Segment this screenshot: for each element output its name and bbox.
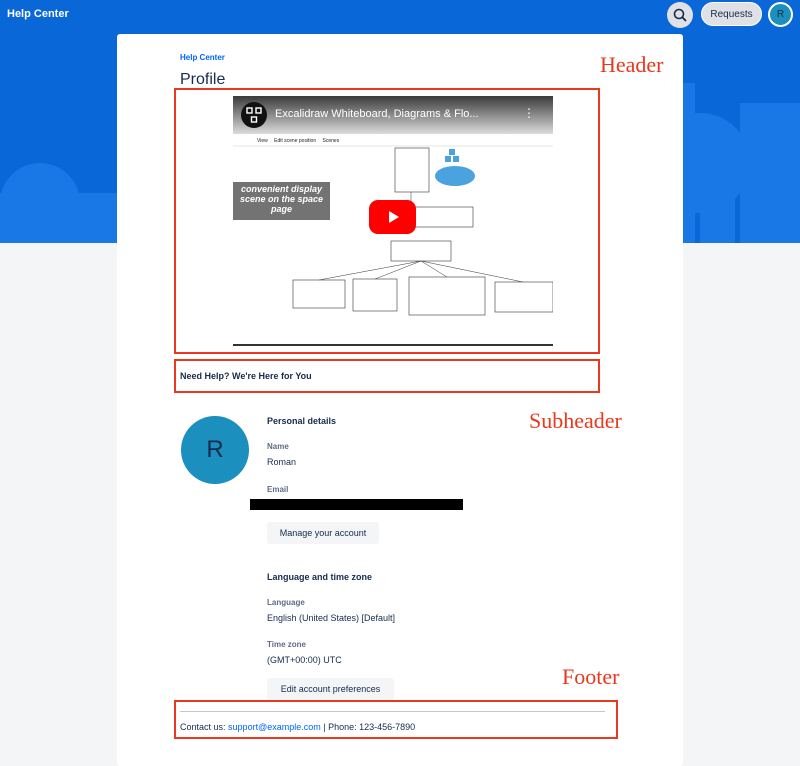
- profile-avatar: R: [181, 416, 249, 484]
- help-center-brand-link[interactable]: Help Center: [7, 8, 69, 20]
- header-annotation-box: [174, 88, 600, 354]
- email-value-redacted: [250, 499, 463, 510]
- subheader-annotation-label: Subheader: [529, 408, 622, 433]
- header-annotation-label: Header: [600, 52, 664, 77]
- phone-text: | Phone: 123-456-7890: [323, 722, 416, 732]
- language-value: English (United States) [Default]: [267, 613, 396, 623]
- search-button[interactable]: [667, 2, 693, 28]
- need-help-heading: Need Help? We're Here for You: [180, 371, 312, 381]
- contact-prefix: Contact us:: [180, 722, 226, 732]
- language-timezone-heading: Language and time zone: [267, 572, 373, 582]
- name-label: Name: [267, 442, 289, 451]
- manage-account-button[interactable]: Manage your account: [267, 522, 379, 544]
- footer-contact: Contact us: support@example.com | Phone:…: [180, 722, 415, 732]
- top-navigation-bar: Help Center Requests R: [0, 0, 800, 30]
- timezone-value: (GMT+00:00) UTC: [267, 655, 342, 665]
- footer-annotation-label: Footer: [562, 664, 620, 689]
- email-label: Email: [267, 485, 289, 494]
- edit-preferences-button[interactable]: Edit account preferences: [267, 678, 394, 700]
- personal-details-heading: Personal details: [267, 416, 337, 426]
- search-icon: [673, 8, 687, 22]
- name-value: Roman: [267, 457, 297, 467]
- requests-button[interactable]: Requests: [701, 2, 762, 26]
- footer-divider: [180, 711, 605, 712]
- language-label: Language: [267, 598, 305, 607]
- breadcrumb[interactable]: Help Center: [180, 53, 225, 62]
- page-title: Profile: [180, 71, 226, 88]
- timezone-label: Time zone: [267, 640, 306, 649]
- support-email-link[interactable]: support@example.com: [228, 722, 321, 732]
- user-avatar-menu[interactable]: R: [768, 2, 793, 27]
- footer-annotation-box: [174, 700, 618, 739]
